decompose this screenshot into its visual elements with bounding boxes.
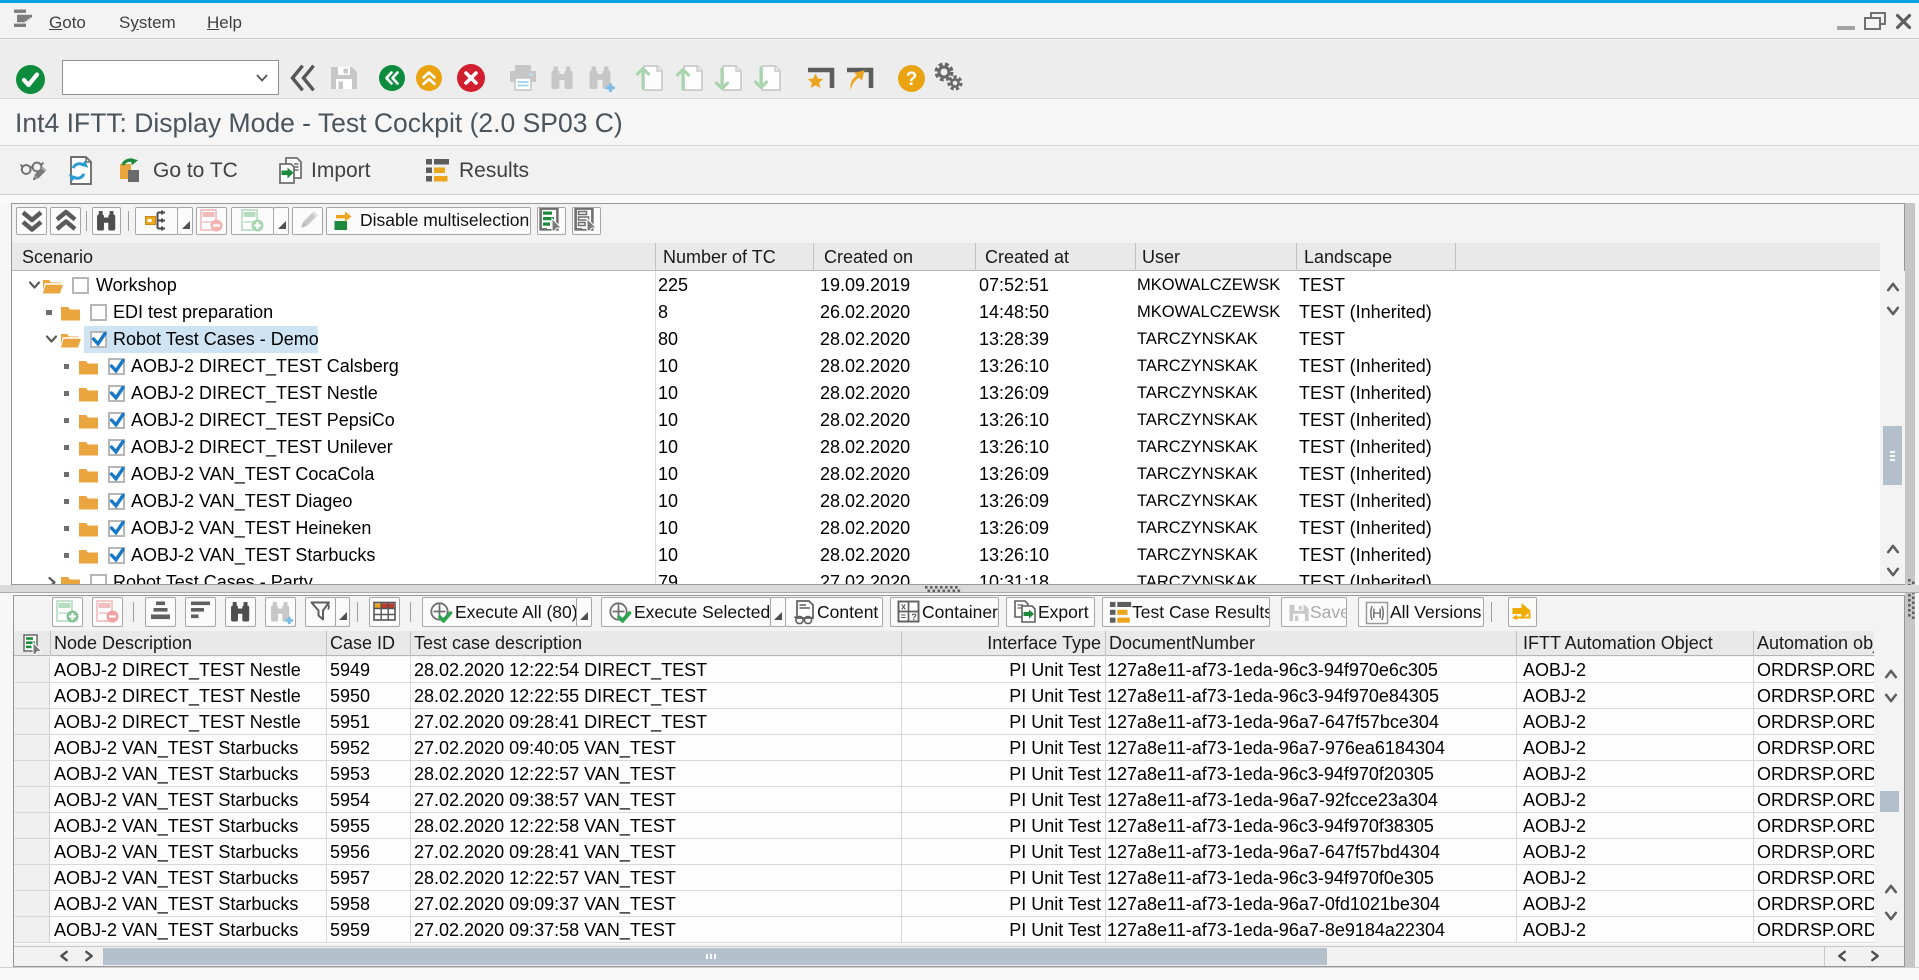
svg-text:x: x [901, 602, 906, 612]
svg-text:=: = [901, 612, 906, 622]
svg-text:H: H [1372, 606, 1382, 621]
svg-text:?: ? [905, 69, 917, 90]
svg-text:?: ? [911, 612, 917, 622]
